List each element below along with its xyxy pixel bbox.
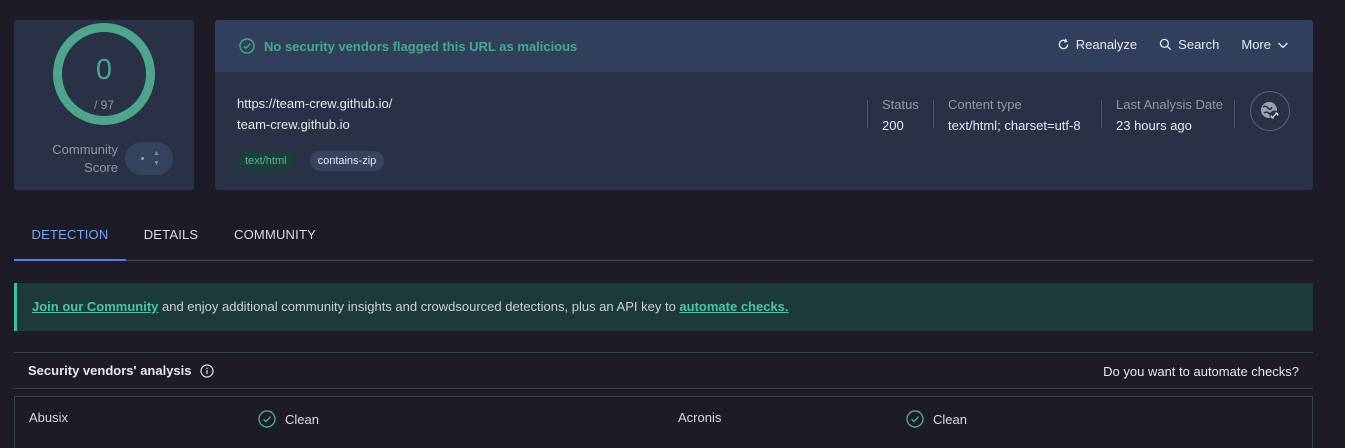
tag-contains-zip[interactable]: contains-zip [309,151,385,171]
vendor-result: Clean [258,410,319,428]
vote-up-icon[interactable]: ▲ [153,150,160,157]
vendor-result: Clean [906,410,967,428]
join-community-link[interactable]: Join our Community [32,299,158,314]
automate-checks-cta[interactable]: Do you want to automate checks? [1103,364,1299,379]
community-score-card: 0 / 97 Community Score ▲ ▼ [14,20,194,190]
detection-count: 0 [95,54,113,86]
verdict-message: No security vendors flagged this URL as … [264,38,578,54]
domain-link[interactable]: team-crew.github.io [237,114,392,135]
tag-list: text/html contains-zip [237,151,385,171]
join-community-banner: Join our Community and enjoy additional … [14,283,1313,331]
divider [1101,100,1102,128]
content-type-meta: Content type text/html; charset=utf-8 [948,97,1081,133]
tab-community[interactable]: COMMUNITY [228,220,322,261]
automate-checks-link[interactable]: automate checks. [679,299,788,314]
divider [1234,100,1235,128]
reanalyze-button[interactable]: Reanalyze [1057,37,1137,52]
info-icon[interactable] [199,363,214,378]
vote-down-icon[interactable]: ▼ [153,160,160,167]
url-info: https://team-crew.github.io/ team-crew.g… [237,93,392,135]
community-score-label: Community Score [52,142,118,175]
more-menu-button[interactable]: More [1241,37,1289,52]
verdict-banner: No security vendors flagged this URL as … [215,20,1313,72]
divider [933,100,934,128]
tab-detection[interactable]: DETECTION [14,220,126,261]
check-circle-icon [906,410,924,428]
url-summary-card: No security vendors flagged this URL as … [215,20,1313,190]
url-graph-button[interactable] [1250,91,1290,131]
chevron-down-icon [1278,42,1288,48]
community-banner-text: and enjoy additional community insights … [158,299,680,314]
community-score-vote[interactable]: ▲ ▼ [125,142,173,175]
globe-link-icon [1261,102,1280,121]
tag-text-html[interactable]: text/html [237,151,295,171]
vendors-analysis-header: Security vendors' analysis Do you want t… [14,352,1313,389]
vote-dot-icon [141,157,144,160]
refresh-icon [1058,38,1069,50]
status-meta: Status 200 [882,97,919,133]
full-url[interactable]: https://team-crew.github.io/ [237,93,392,114]
search-button[interactable]: Search [1159,37,1219,52]
check-circle-icon [258,410,276,428]
divider [867,100,868,128]
last-analysis-meta: Last Analysis Date 23 hours ago [1116,97,1223,133]
detection-score-ring: 0 / 97 [53,23,155,125]
vendor-name: Acronis [678,410,722,425]
vendors-analysis-title: Security vendors' analysis [28,363,192,378]
detection-total: / 97 [93,98,114,112]
vendor-name: Abusix [29,410,69,425]
tab-details[interactable]: DETAILS [134,220,208,261]
search-icon [1159,38,1172,51]
tab-bar: DETECTION DETAILS COMMUNITY [14,220,1313,261]
table-row: Abusix Clean Acronis Clean [14,396,1313,448]
check-circle-icon [239,38,255,54]
